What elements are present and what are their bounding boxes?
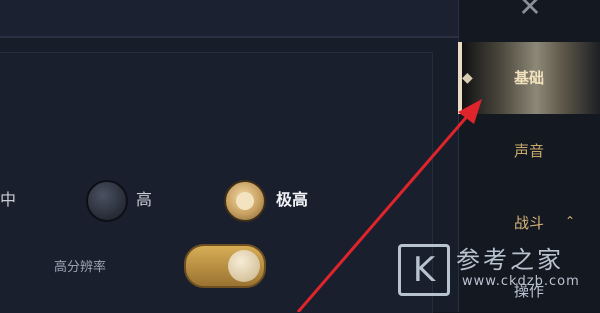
- watermark-logo: K: [398, 244, 450, 296]
- watermark: K 参考之家 www.ckdzb.com: [398, 240, 600, 300]
- watermark-url: www.ckdzb.com: [462, 274, 580, 289]
- watermark-text: 参考之家: [456, 246, 564, 274]
